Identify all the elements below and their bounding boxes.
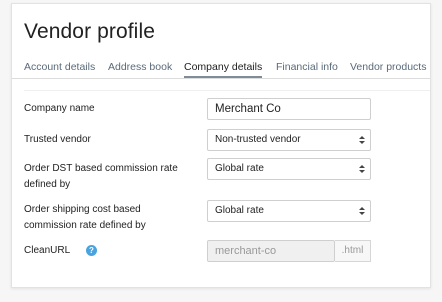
select-arrows-icon	[359, 165, 365, 173]
page-title: Vendor profile	[24, 20, 155, 43]
shipping-commission-value: Global rate	[215, 205, 264, 216]
trusted-vendor-label: Trusted vendor	[24, 134, 91, 145]
shipping-commission-label: Order shipping cost based commission rat…	[24, 204, 146, 231]
tab-account-details[interactable]: Account details	[24, 61, 95, 73]
trusted-vendor-select[interactable]: Non-trusted vendor	[207, 129, 371, 151]
clean-url-label-row: CleanURL ?	[24, 243, 194, 259]
tab-financial-info[interactable]: Financial info	[276, 61, 338, 73]
company-name-label: Company name	[24, 103, 95, 114]
clean-url-input: merchant-co	[207, 240, 335, 262]
tab-address-book[interactable]: Address book	[108, 61, 172, 73]
clean-url-suffix: .html	[335, 240, 371, 262]
company-name-input[interactable]: Merchant Co	[207, 98, 371, 120]
section-divider	[24, 90, 430, 91]
tab-vendor-products[interactable]: Vendor products	[350, 61, 426, 73]
trusted-vendor-value: Non-trusted vendor	[215, 134, 301, 145]
vendor-profile-panel: Vendor profile Account details Address b…	[11, 3, 431, 288]
dst-commission-select[interactable]: Global rate	[207, 158, 371, 180]
help-icon[interactable]: ?	[86, 245, 97, 256]
tab-bar: Account details Address book Company det…	[12, 61, 430, 79]
clean-url-label: CleanURL	[24, 245, 71, 256]
select-arrows-icon	[359, 136, 365, 144]
dst-commission-label: Order DST based commission rate defined …	[24, 163, 178, 190]
dst-commission-value: Global rate	[215, 163, 264, 174]
shipping-commission-select[interactable]: Global rate	[207, 200, 371, 222]
select-arrows-icon	[359, 207, 365, 215]
tab-company-details[interactable]: Company details	[184, 61, 263, 78]
